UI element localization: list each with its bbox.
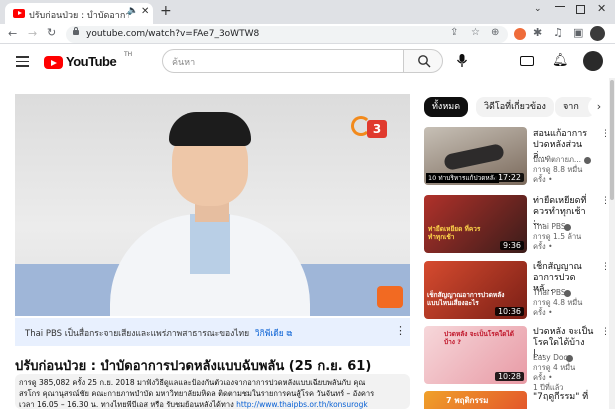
duration-badge: 10:36: [494, 307, 524, 316]
info-panel-row: Thai PBS เป็นสื่อกระจายเสียงและแพร่ภาพสา…: [25, 326, 292, 340]
microphone-icon: [456, 54, 468, 67]
video-player[interactable]: 3: [15, 94, 410, 316]
view-count: การดู 1.5 ล้าน: [533, 232, 582, 241]
profile-avatar[interactable]: [590, 26, 605, 41]
info-panel-text: Thai PBS เป็นสื่อกระจายเสียงและแพร่ภาพสา…: [25, 329, 250, 339]
puzzle-icon[interactable]: ✱: [533, 26, 542, 39]
channel-logo-text: 3: [367, 120, 387, 138]
watermark-icon: [377, 286, 403, 308]
description-line-3: เวลา 16.05 – 16.30 น. ทางไทยพีบีเอส หรือ…: [19, 399, 368, 409]
verified-icon: [584, 157, 591, 164]
region-code: TH: [124, 51, 133, 58]
zoom-icon[interactable]: ⊕: [491, 27, 499, 38]
youtube-favicon-icon: [13, 9, 25, 18]
minimize-icon[interactable]: [555, 6, 565, 7]
recommendation-thumbnail[interactable]: เช็กสัญญาณอาการปวดหลัง แบบไหนเสี่ยงอะไร …: [424, 261, 527, 319]
browser-tab[interactable]: ปรับก่อนป่วย : บำบัดอาการปวดห 🔈 ✕: [5, 3, 153, 24]
wikipedia-link[interactable]: วิกิพีเดีย: [255, 329, 284, 339]
more-options-icon[interactable]: ⋮: [395, 324, 406, 337]
video-title: ปรับก่อนป่วย : บำบัดอาการปวดหลังแบบฉับพล…: [15, 359, 372, 374]
chip-related[interactable]: วิดีโอที่เกี่ยวข้อง: [476, 97, 554, 117]
description-link[interactable]: http://www.thaipbs.or.th/konsurogk: [236, 400, 368, 409]
recommendation-thumbnail[interactable]: 7 พฤติกรรม: [424, 391, 527, 409]
youtube-header: YouTube TH ค้นหา 🔔︎: [0, 45, 615, 78]
view-count: การดู 8.8 หมื่น: [533, 165, 583, 174]
browser-tab-bar: ปรับก่อนป่วย : บำบัดอาการปวดห 🔈 ✕ + ⌄ ✕: [0, 0, 615, 24]
maximize-icon[interactable]: [576, 5, 585, 14]
view-count: การดู 4 หมื่น: [533, 363, 576, 372]
menu-icon[interactable]: [16, 56, 29, 67]
recommendation-title[interactable]: "7ฤดูกีรรม" ที่: [533, 392, 595, 403]
close-window-icon[interactable]: ✕: [597, 2, 606, 15]
title-line-1: ท่ายืดเหยียดที่: [533, 196, 587, 206]
back-icon[interactable]: ←: [8, 27, 17, 40]
person-shirt: [190, 214, 230, 274]
thumb-caption: เช็กสัญญาณอาการปวดหลัง แบบไหนเสี่ยงอะไร: [427, 291, 505, 307]
title-line-1: ปวดหลัง จะเป็น: [533, 327, 594, 337]
browser-toolbar: ← → ↻ youtube.com/watch?v=FAe7_3oWTW8 ⇪ …: [0, 24, 615, 44]
channel-name: Easy Doc: [533, 353, 568, 362]
audio-icon[interactable]: 🔈: [127, 6, 138, 16]
reload-icon[interactable]: ↻: [47, 26, 56, 39]
duration-badge: 10:28: [494, 372, 524, 381]
voice-search-button[interactable]: [452, 51, 472, 71]
thumb-caption: 10 ท่าบริหารแก้ปวดหลัง: [426, 173, 499, 183]
channel-3-logo-icon: 3: [351, 114, 389, 142]
duration-badge: 17:22: [494, 173, 524, 182]
forward-icon[interactable]: →: [28, 27, 37, 40]
title-line-1: "7ฤดูกีรรม" ที่: [533, 392, 589, 402]
thumb-caption: ปวดหลัง จะเป็นโรคใดได้บ้าง ?: [444, 330, 515, 346]
description-line-3-text: เวลา 16.05 – 16.30 น. ทางไทยพีบีเอส หรือ…: [19, 400, 234, 409]
recommendation-thumbnail[interactable]: ท่ายืดเหยียด ที่ควรทำทุกเช้า 9:36: [424, 195, 527, 253]
address-bar[interactable]: youtube.com/watch?v=FAe7_3oWTW8 ⇪ ☆ ⊕: [66, 26, 508, 43]
chip-all[interactable]: ทั้งหมด: [424, 97, 469, 117]
sidepanel-icon[interactable]: ▣: [573, 26, 583, 39]
new-tab-button[interactable]: +: [160, 3, 172, 19]
view-count-suffix: ครั้ง •: [533, 242, 553, 251]
thumb-caption: ท่ายืดเหยียด ที่ควรทำทุกเช้า: [428, 225, 481, 241]
thumb-caption: 7 พฤติกรรม: [446, 396, 489, 405]
page-scrollbar[interactable]: [609, 78, 615, 409]
search-button[interactable]: [403, 49, 443, 73]
chips-next-button[interactable]: ›: [588, 97, 610, 117]
url-text: youtube.com/watch?v=FAe7_3oWTW8: [86, 29, 260, 39]
close-tab-icon[interactable]: ✕: [141, 6, 149, 17]
recommendation-thumbnail[interactable]: ปวดหลัง จะเป็นโรคใดได้บ้าง ? 10:28: [424, 326, 527, 384]
scrollbar-thumb[interactable]: [610, 80, 614, 200]
search-input[interactable]: ค้นหา: [162, 49, 404, 73]
view-count-suffix: ครั้ง •: [533, 175, 553, 184]
verified-icon: [566, 355, 573, 362]
verified-icon: [564, 290, 571, 297]
share-icon[interactable]: ⇪: [450, 27, 458, 38]
extension-icon[interactable]: [514, 28, 526, 40]
chevron-down-icon[interactable]: ⌄: [534, 4, 542, 14]
title-line-1: สอนแก้อาการ: [533, 129, 588, 139]
bookmark-star-icon[interactable]: ☆: [471, 27, 480, 38]
create-video-icon[interactable]: [520, 56, 534, 66]
person-hair: [169, 112, 251, 146]
external-link-icon: ⧉: [286, 329, 293, 338]
thumb-figure: [442, 142, 506, 172]
view-count: การดู 4.8 หมื่น: [533, 298, 583, 307]
account-avatar[interactable]: [583, 51, 603, 71]
info-panel: Thai PBS เป็นสื่อกระจายเสียงและแพร่ภาพสา…: [15, 318, 410, 346]
search-icon: [418, 55, 431, 68]
youtube-play-icon: [44, 56, 63, 69]
youtube-wordmark: YouTube: [66, 54, 117, 69]
lock-shackle: [74, 27, 78, 31]
duration-badge: 9:36: [500, 241, 524, 250]
verified-icon: [564, 224, 571, 231]
view-count-suffix: ครั้ง •: [533, 373, 553, 382]
view-count-suffix: ครั้ง •: [533, 308, 553, 317]
title-line-1: เช็กสัญญาณ: [533, 262, 582, 272]
recommendation-thumbnail[interactable]: 10 ท่าบริหารแก้ปวดหลัง 17:22: [424, 127, 527, 185]
media-icon[interactable]: ♫: [553, 26, 563, 39]
tab-title: ปรับก่อนป่วย : บำบัดอาการปวดห: [29, 11, 129, 21]
notifications-bell-icon[interactable]: 🔔︎: [552, 53, 569, 68]
recommendation-meta: Easy Doc การดู 4 หมื่น ครั้ง • 1 ปีที่แล…: [533, 353, 595, 393]
video-description[interactable]: การดู 385,082 ครั้ง 25 ก.ย. 2018 มาฟังวิ…: [15, 374, 410, 409]
search-placeholder: ค้นหา: [172, 58, 196, 68]
